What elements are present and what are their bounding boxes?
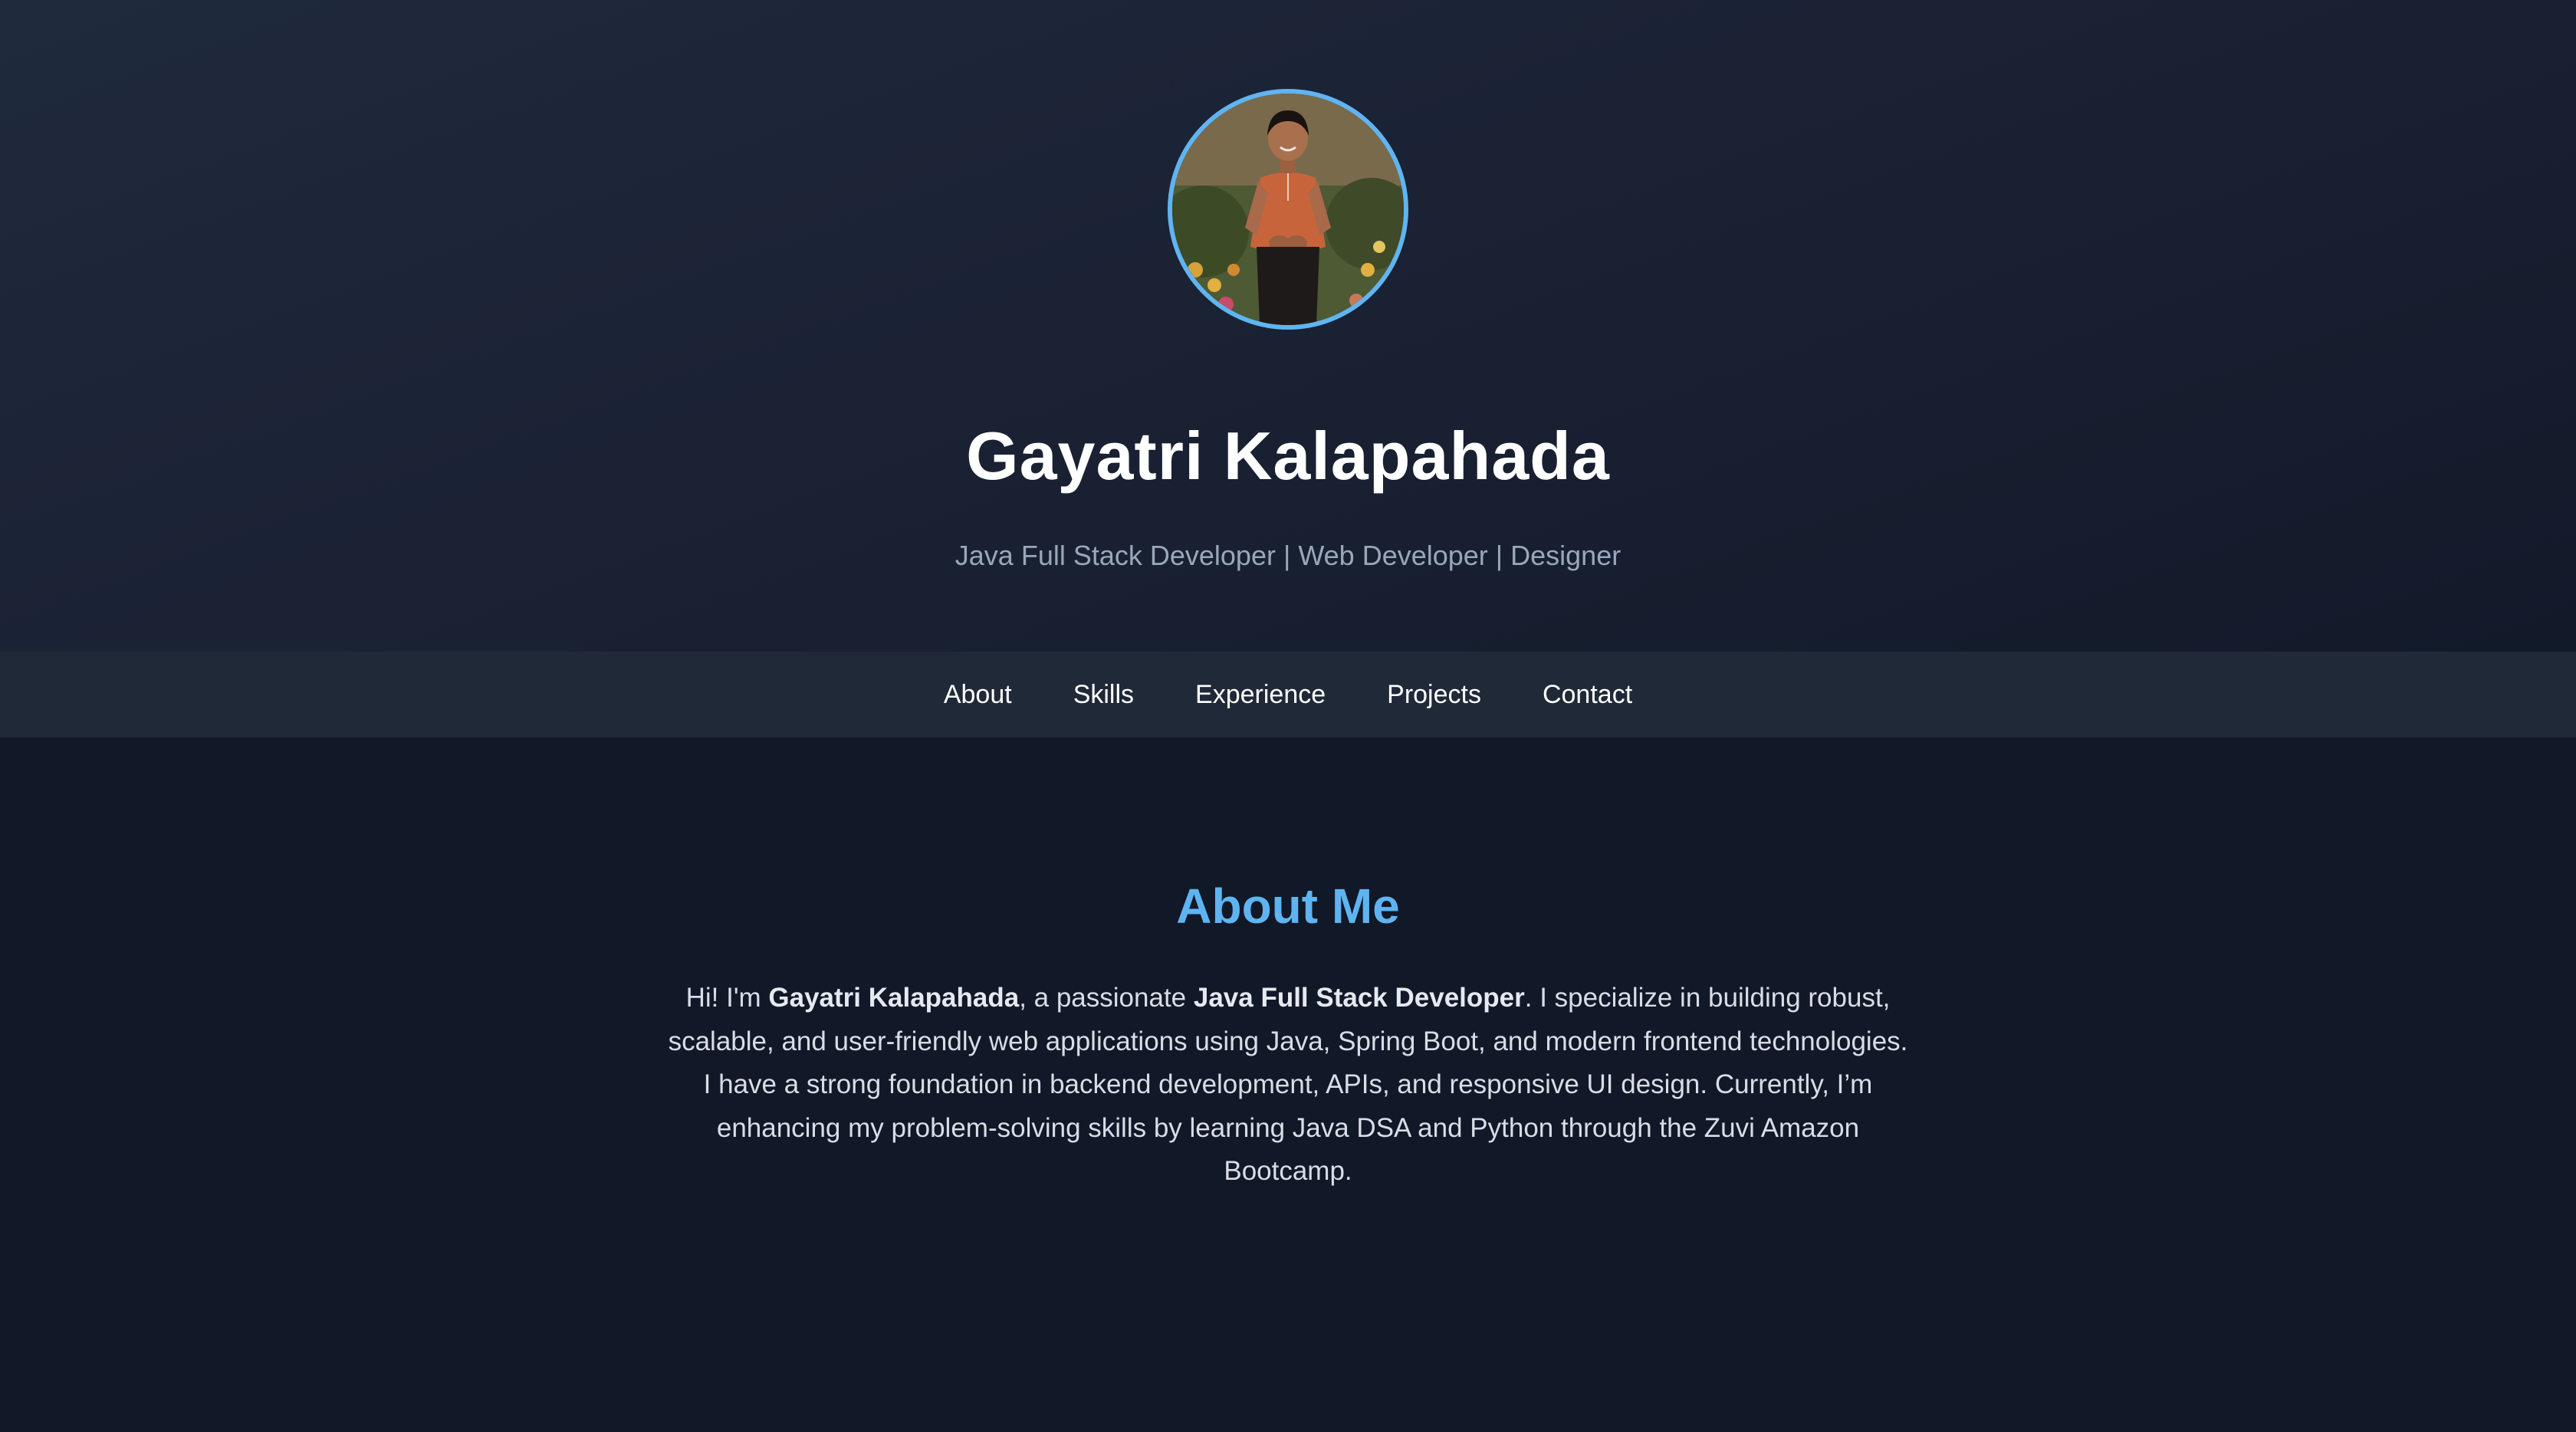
about-name-bold: Gayatri Kalapahada <box>768 983 1020 1013</box>
avatar-photo-illustration <box>1172 94 1404 325</box>
about-role-bold: Java Full Stack Developer <box>1193 983 1525 1013</box>
about-paragraph: Hi! I'm Gayatri Kalapahada, a passionate… <box>667 977 1909 1194</box>
profile-name: Gayatri Kalapahada <box>966 418 1610 494</box>
hero-section: Gayatri Kalapahada Java Full Stack Devel… <box>0 0 2576 652</box>
profile-tagline: Java Full Stack Developer | Web Develope… <box>955 540 1622 571</box>
nav-link-about[interactable]: About <box>944 652 1012 737</box>
nav-link-projects[interactable]: Projects <box>1387 652 1481 737</box>
about-text-intro: Hi! I'm <box>685 983 769 1013</box>
main-navigation: About Skills Experience Projects Contact <box>0 652 2576 737</box>
about-text-mid: , a passionate <box>1019 983 1194 1013</box>
about-section: About Me Hi! I'm Gayatri Kalapahada, a p… <box>0 737 2576 1432</box>
nav-link-experience[interactable]: Experience <box>1195 652 1326 737</box>
nav-link-skills[interactable]: Skills <box>1073 652 1134 737</box>
about-heading: About Me <box>1176 879 1400 934</box>
about-text-body: . I specialize in building robust, scala… <box>668 983 1908 1186</box>
portfolio-page: Gayatri Kalapahada Java Full Stack Devel… <box>0 0 2576 1432</box>
profile-avatar <box>1168 89 1408 330</box>
nav-link-contact[interactable]: Contact <box>1543 652 1632 737</box>
